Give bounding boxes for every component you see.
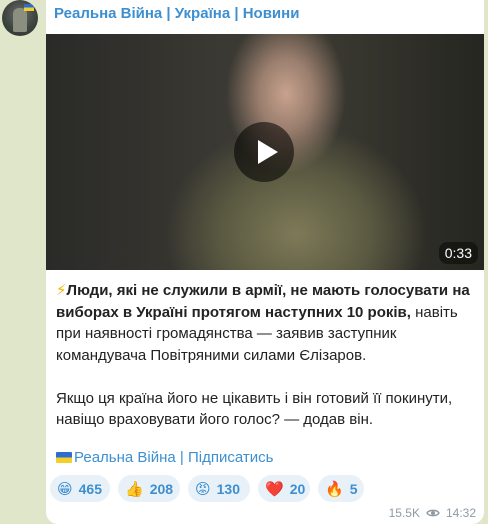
post-paragraph-2: Якщо ця країна його не цікавить і він го… [56,389,453,429]
play-button[interactable] [234,122,294,182]
subscribe-label[interactable]: Реальна Війна | Підписатись [74,449,273,466]
reaction-count: 20 [289,480,306,497]
video-player[interactable]: 0:33 [46,34,484,270]
message-bubble: Реальна Війна | Україна | Новини 0:33 ⚡Л… [46,0,484,524]
play-icon [258,140,278,164]
video-duration: 0:33 [438,242,478,264]
reaction-angry[interactable]: 😡 130 [188,475,250,502]
angry-emoji-icon: 😡 [195,480,211,498]
avatar-figure [13,8,27,32]
reaction-count: 208 [149,480,174,497]
thumbs-up-emoji-icon: 👍 [125,480,144,498]
lightning-icon: ⚡ [56,282,67,299]
post-text: ⚡Люди, які не служили в армії, не мають … [56,280,476,431]
reaction-heart[interactable]: ❤️ 20 [258,475,310,502]
post-bold-text: Люди, які не служили в армії, не мають г… [56,282,470,321]
channel-title[interactable]: Реальна Війна | Україна | Новини [54,5,299,22]
subscribe-link[interactable]: Реальна Війна | Підписатись [56,449,273,466]
message-meta: 15.5K 14:32 [389,506,476,520]
reaction-thumbs-up[interactable]: 👍 208 [118,475,180,502]
eye-icon [426,509,440,517]
grin-emoji-icon: 😁 [57,480,73,498]
heart-emoji-icon: ❤️ [265,480,284,498]
ukraine-flag-icon [56,452,72,463]
reaction-grin[interactable]: 😁 465 [50,475,110,502]
view-count: 15.5K [388,506,420,520]
message-time: 14:32 [445,506,476,520]
reaction-count: 465 [78,480,102,497]
reaction-count: 130 [216,480,240,497]
ukraine-flag-icon [24,4,34,11]
reaction-count: 5 [349,480,358,497]
fire-emoji-icon: 🔥 [325,480,344,498]
channel-avatar[interactable] [2,0,38,36]
reaction-fire[interactable]: 🔥 5 [318,475,364,502]
